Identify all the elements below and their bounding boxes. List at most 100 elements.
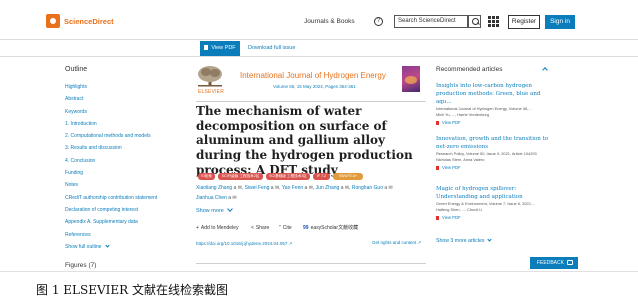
outline-sidebar: Outline Highlights Abstract Keywords 1. … <box>65 66 185 253</box>
search-icon[interactable] <box>468 15 481 28</box>
author-icons: a ✉ <box>228 194 237 201</box>
recommended-article-title[interactable]: Innovation, growth and the transition to… <box>436 135 552 151</box>
chevron-down-icon <box>226 206 233 212</box>
recommended-article-authors: Nicholas Stern, Anna Valero <box>436 157 485 162</box>
outline-item-competing-interest[interactable]: Declaration of competing interest <box>65 204 185 216</box>
institution-grid-icon[interactable] <box>488 16 499 27</box>
add-to-mendeley-button[interactable]: + Add to Mendeley <box>196 223 238 233</box>
chevron-down-icon <box>105 243 110 248</box>
recommended-article: Magic of hydrogen spillover: Understandi… <box>436 185 552 220</box>
pdf-icon <box>436 121 439 125</box>
search-input[interactable]: Search ScienceDirect <box>394 15 468 28</box>
pdf-icon <box>436 216 439 220</box>
rights-label: Get rights and content <box>372 240 417 245</box>
sign-in-button[interactable]: Sign in <box>545 15 575 29</box>
outline-item-abstract[interactable]: Abstract <box>65 93 185 105</box>
recommended-article-title[interactable]: Magic of hydrogen spillover: Understandi… <box>436 185 552 201</box>
recommended-title: Recommended articles <box>436 66 503 73</box>
recommended-articles-panel: Recommended articles Insights into low-c… <box>436 66 586 244</box>
view-pdf-label: View PDF <box>442 120 461 125</box>
recommended-view-pdf-link[interactable]: View PDF <box>436 215 552 220</box>
pdf-icon <box>436 166 439 170</box>
add-to-mendeley-label: Add to Mendeley <box>200 225 239 231</box>
author-icons: a ✉ <box>233 185 242 191</box>
easyscholar-button[interactable]: 99 easyScholar文献收藏 <box>303 223 358 233</box>
badge-sci-basic: SCI基础版 工程技术3区 <box>266 173 310 180</box>
chat-icon <box>567 260 573 265</box>
show-full-outline-label: Show full outline <box>65 243 102 250</box>
show-more-articles-label: Show 3 more articles <box>436 238 485 244</box>
sciencedirect-logo[interactable]: ScienceDirect <box>46 14 114 28</box>
recommended-article-authors: Minli Yu, ..., Harrie Vredenburg <box>436 112 489 117</box>
show-more-authors-button[interactable]: Show more <box>196 206 233 214</box>
elsevier-wordmark: ELSEVIER <box>197 89 225 95</box>
recommended-article-title[interactable]: Insights into low-carbon hydrogen produc… <box>436 82 552 106</box>
show-full-outline-link[interactable]: Show full outline <box>65 241 185 253</box>
chevron-down-icon <box>487 237 493 242</box>
figures-heading[interactable]: Figures (7) <box>65 262 96 269</box>
outline-item-appendix[interactable]: Appendix A. Supplementary data <box>65 216 185 228</box>
banner-divider <box>196 101 426 102</box>
outline-item-highlights[interactable]: Highlights <box>65 81 185 93</box>
journal-title-link[interactable]: International Journal of Hydrogen Energy <box>240 71 386 80</box>
outline-item-methods[interactable]: 2. Computational methods and models <box>65 130 185 142</box>
doi-link[interactable]: https://doi.org/10.1016/j.ijhydene.2024.… <box>196 241 292 247</box>
feedback-button[interactable]: FEEDBACK <box>530 257 578 269</box>
show-more-label: Show more <box>196 208 224 214</box>
author-link[interactable]: , Siwei Feng <box>242 185 271 191</box>
journals-books-link[interactable]: Journals & Books <box>304 18 355 25</box>
article-title: The mechanism of water decomposition on … <box>196 104 413 177</box>
share-button[interactable]: < Share <box>251 223 269 233</box>
article-toolbar: + Add to Mendeley < Share " Cite 99 easyScho… <box>196 223 436 233</box>
browser-screenshot: ScienceDirect Journals & Books ? Search … <box>0 0 638 272</box>
author-link[interactable]: , Jun Zhang <box>313 185 341 191</box>
plus-icon: + <box>196 225 199 231</box>
journal-ranking-badges: EI检索 SCI升级版 工程技术2区 SCI基础版 工程技术3区 IF 7.2 … <box>198 173 428 181</box>
doi-label: https://doi.org/10.1016/j.ijhydene.2024.… <box>196 241 288 246</box>
outline-item-funding[interactable]: Funding <box>65 167 185 179</box>
recommended-article: Innovation, growth and the transition to… <box>436 135 552 170</box>
author-link[interactable]: , Ronghan Guo <box>349 185 384 191</box>
badge-impact-factor: IF 7.2 <box>313 173 330 180</box>
chevron-up-icon <box>542 67 548 73</box>
author-link[interactable]: , Yao Fenn <box>279 185 304 191</box>
share-label: Share <box>255 225 270 231</box>
author-link[interactable]: Jianhua Chen <box>196 195 228 201</box>
cite-label: Cite <box>282 225 292 231</box>
recommended-articles-heading[interactable]: Recommended articles <box>436 66 586 78</box>
register-button[interactable]: Register <box>508 15 540 29</box>
outline-item-references[interactable]: References <box>65 229 185 241</box>
download-full-issue-link[interactable]: Download full issue <box>248 45 295 51</box>
badge-swufe: SWUFE A+ <box>333 173 363 180</box>
outline-item-keywords[interactable]: Keywords <box>65 106 185 118</box>
easyscholar-icon: 99 <box>303 225 309 231</box>
outline-item-credit[interactable]: CRediT authorship contribution statement <box>65 192 185 204</box>
badge-sci-upgrade: SCI升级版 工程技术2区 <box>218 173 263 180</box>
view-pdf-label: View PDF <box>442 165 461 170</box>
outline-item-notes[interactable]: Notes <box>65 179 185 191</box>
help-icon[interactable]: ? <box>374 17 383 26</box>
external-link-icon: ↗ <box>417 240 422 245</box>
recommended-view-pdf-link[interactable]: View PDF <box>436 165 552 170</box>
view-pdf-label: View PDF <box>442 215 461 220</box>
view-pdf-button[interactable]: View PDF <box>200 41 240 56</box>
content-divider <box>196 263 426 264</box>
author-link[interactable]: Xiaoliang Zhang <box>196 185 234 191</box>
cite-button[interactable]: " Cite <box>279 223 292 233</box>
outline-item-conclusion[interactable]: 4. Conclusion <box>65 155 185 167</box>
logo-text: ScienceDirect <box>64 16 114 26</box>
outline-title: Outline <box>65 66 88 73</box>
show-more-articles-link[interactable]: Show 3 more articles <box>436 237 493 244</box>
rights-and-content-link[interactable]: Get rights and content ↗ <box>372 240 421 246</box>
volume-info-link[interactable]: Volume 66, 15 May 2024, Pages 354-361 <box>273 84 356 89</box>
sciencedirect-logo-icon <box>46 14 60 28</box>
recommended-view-pdf-link[interactable]: View PDF <box>436 120 552 125</box>
recommended-article: Insights into low-carbon hydrogen produc… <box>436 82 552 125</box>
pdf-icon <box>204 45 209 50</box>
journal-cover-image[interactable] <box>402 66 420 92</box>
outline-item-results[interactable]: 3. Results and discussion <box>65 142 185 154</box>
quote-icon: " <box>279 225 281 231</box>
author-icons: a ✉ <box>384 185 393 191</box>
author-icons: a ✉ <box>340 185 350 191</box>
outline-item-introduction[interactable]: 1. Introduction <box>65 118 185 130</box>
